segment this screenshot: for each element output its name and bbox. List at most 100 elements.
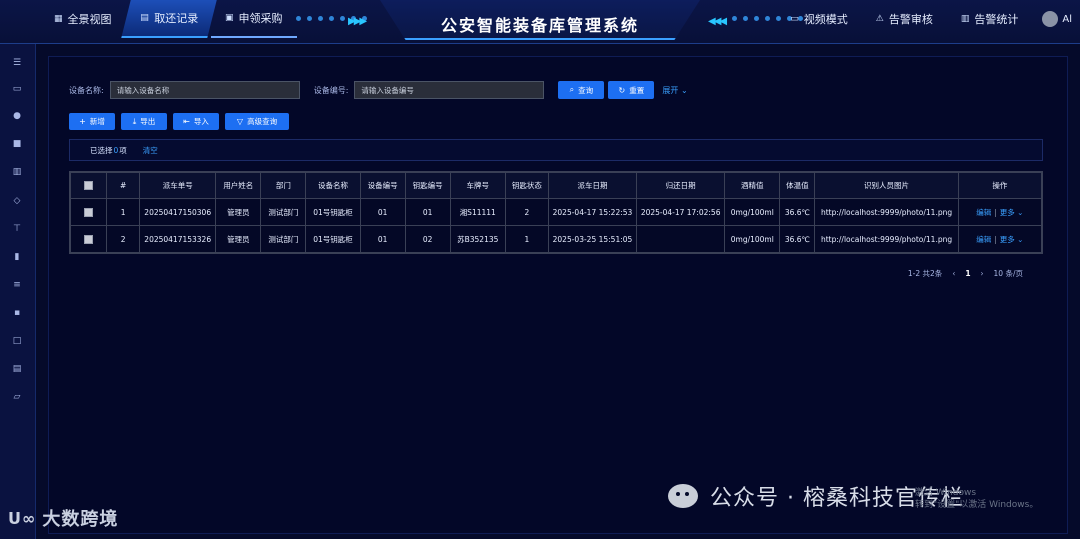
nav-right: ▭ 视频模式 ⚠ 告警审核 ▥ 告警统计 Al (776, 0, 1072, 38)
monitor-icon[interactable]: □ (10, 334, 24, 348)
user-name[interactable]: Al (1062, 14, 1072, 25)
add-button[interactable]: + 新增 (69, 113, 115, 130)
more-label: 更多 (999, 207, 1015, 217)
cell-key-code: 02 (404, 225, 451, 253)
apps-icon[interactable]: ▪ (10, 306, 24, 320)
wechat-icon (668, 484, 698, 508)
page-size-select[interactable]: 10 条/页 (994, 268, 1023, 279)
device-name-label: 设备名称: (69, 85, 104, 95)
selection-suffix: 项 (119, 145, 127, 155)
cell-return-date: 2025-04-17 17:02:56 (636, 198, 726, 226)
shield-icon[interactable]: ◇ (10, 194, 24, 208)
header-key-status: 钥匙状态 (504, 172, 549, 199)
device-name-input[interactable] (109, 81, 300, 99)
plus-icon: + (79, 117, 86, 126)
header-index: # (106, 172, 141, 199)
document-icon[interactable]: ▮ (10, 250, 24, 264)
import-button[interactable]: ⇤ 导入 (173, 113, 219, 130)
cell-key-status: 2 (504, 198, 549, 226)
edit-link[interactable]: 编辑 (976, 208, 991, 217)
clear-selection-link[interactable]: 清空 (143, 145, 158, 156)
more-link[interactable]: 更多 ⌄ (1000, 235, 1024, 244)
cell-dispatch-date: 2025-03-25 15:51:05 (547, 225, 638, 253)
export-button[interactable]: ⤓ 导出 (121, 113, 167, 130)
device-code-input[interactable] (354, 81, 545, 99)
action-divider: | (994, 234, 997, 244)
video-icon: ▭ (790, 14, 799, 24)
header-plate: 车牌号 (449, 172, 506, 199)
chevron-down-icon: ⌄ (1017, 234, 1024, 244)
nav-records-label: 取还记录 (153, 12, 198, 25)
next-page-icon[interactable]: › (981, 269, 984, 278)
row-checkbox[interactable] (84, 234, 94, 244)
car-icon[interactable]: ▭ (10, 82, 24, 96)
nav-records[interactable]: ▤ 取还记录 (120, 0, 216, 38)
nav-left: ▦ 全景视图 ▤ 取还记录 ▣ 申领采购 (40, 0, 297, 38)
prev-page-icon[interactable]: ‹ (952, 269, 955, 278)
table-row[interactable]: 1 20250417150306 管理员 测试部门 01号钥匙柜 01 01 湘… (69, 198, 1043, 226)
header-select-all[interactable] (69, 172, 108, 199)
add-button-label: 新增 (89, 117, 105, 126)
cell-plate: 苏B352135 (449, 225, 506, 253)
device-code-label: 设备编号: (313, 85, 349, 95)
title-area: 公安智能装备库管理系统 (360, 0, 720, 44)
nav-video-mode[interactable]: ▭ 视频模式 (776, 0, 862, 38)
header-return-date: 归还日期 (636, 172, 726, 199)
file-icon[interactable]: ■ (10, 137, 24, 151)
records-table: # 派车单号 用户姓名 部门 设备名称 设备编号 钥匙编号 车牌号 钥匙状态 派… (69, 171, 1043, 254)
toolbar: + 新增 ⤓ 导出 ⇤ 导入 ▽ 高级查询 (69, 113, 289, 130)
menu-icon[interactable]: ☰ (10, 56, 24, 70)
nav-alarm-stats-label: 告警统计 (974, 13, 1019, 26)
nav-alarm-stats[interactable]: ▥ 告警统计 (947, 0, 1033, 38)
cell-device: 01号钥匙柜 (305, 225, 361, 253)
nav-alarm-review[interactable]: ⚠ 告警审核 (862, 0, 947, 38)
advanced-query-label: 高级查询 (247, 117, 278, 126)
nav-alarm-review-label: 告警审核 (888, 13, 933, 26)
cart-icon: ▣ (225, 13, 234, 23)
table-row[interactable]: 2 20250417153326 管理员 测试部门 01号钥匙柜 01 02 苏… (69, 225, 1043, 253)
cell-temp: 36.6℃ (779, 225, 816, 253)
cabinet-icon[interactable]: ▥ (10, 165, 24, 179)
upload-icon: ⇤ (183, 117, 190, 126)
nav-panorama[interactable]: ▦ 全景视图 (40, 0, 126, 38)
record-icon[interactable]: ● (10, 109, 24, 123)
header-device-code: 设备编号 (359, 172, 406, 199)
activation-line-1: 激活 Windows (915, 488, 977, 498)
cell-user: 管理员 (215, 225, 262, 253)
cell-key-status: 1 (504, 225, 549, 253)
header-dispatch-date: 派车日期 (547, 172, 638, 199)
key-icon[interactable]: ⊤ (10, 222, 24, 236)
expand-toggle[interactable]: 展开 ⌄ (662, 85, 687, 96)
brand-logo-icon: ᑌ∞ (8, 508, 37, 528)
chart-icon: ▥ (960, 14, 970, 24)
cell-dept: 测试部门 (260, 198, 307, 226)
row-checkbox[interactable] (84, 207, 94, 217)
folder-icon[interactable]: ▱ (10, 390, 24, 404)
edit-link[interactable]: 编辑 (976, 235, 991, 244)
cell-key-code: 01 (404, 198, 451, 226)
pagination: 1-2 共2条 ‹ 1 › 10 条/页 (908, 268, 1023, 279)
cell-dispatch-date: 2025-04-17 15:22:53 (547, 198, 638, 226)
query-button-label: 查询 (578, 85, 594, 95)
current-page[interactable]: 1 (965, 269, 970, 278)
chevron-down-icon: ⌄ (680, 85, 688, 95)
select-all-checkbox[interactable] (84, 181, 94, 191)
top-bar: ▦ 全景视图 ▤ 取还记录 ▣ 申领采购 ▶▶▶ 公安智能装备库管理系统 ◀◀◀ (0, 0, 1080, 44)
table-icon[interactable]: ▤ (10, 362, 24, 376)
header-order: 派车单号 (139, 172, 217, 199)
watermark-left-text: 大数跨境 (42, 509, 119, 530)
list-lines-icon[interactable]: ≡ (10, 278, 24, 292)
row-select[interactable] (69, 225, 108, 253)
more-link[interactable]: 更多 ⌄ (1000, 208, 1024, 217)
cell-order: 20250417153326 (139, 225, 217, 253)
query-button[interactable]: ⌕ 查询 (558, 81, 605, 99)
header-device: 设备名称 (305, 172, 361, 199)
avatar[interactable] (1042, 11, 1059, 27)
search-form: 设备名称: 设备编号: ⌕ 查询 ↻ 重置 展开 ⌄ (69, 81, 688, 99)
main-panel: 设备名称: 设备编号: ⌕ 查询 ↻ 重置 展开 ⌄ + 新增 ⤓ (48, 56, 1068, 534)
nav-purchase[interactable]: ▣ 申领采购 (211, 0, 297, 38)
header-dept: 部门 (260, 172, 307, 199)
advanced-query-button[interactable]: ▽ 高级查询 (225, 113, 289, 130)
reset-button[interactable]: ↻ 重置 (608, 81, 655, 99)
row-select[interactable] (69, 198, 108, 226)
